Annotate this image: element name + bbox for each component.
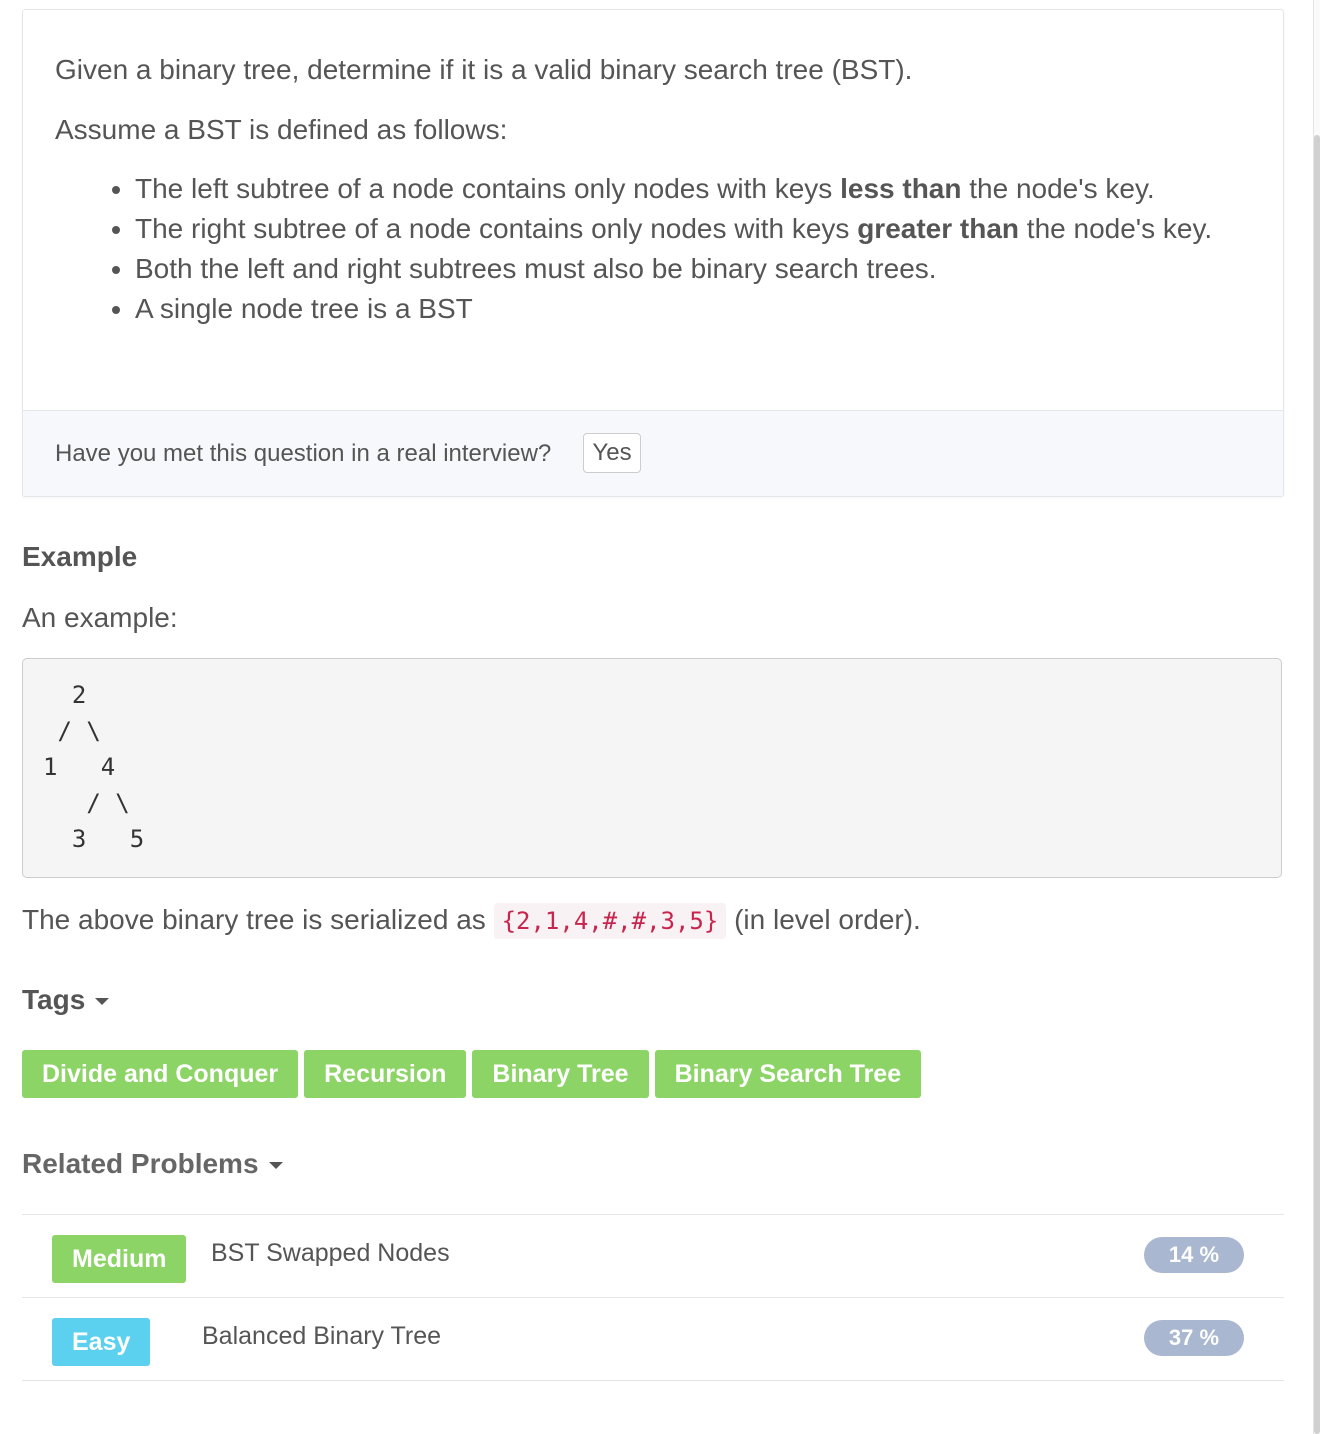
caret-down-icon (95, 998, 110, 1006)
bst-rules-list: The left subtree of a node contains only… (101, 169, 1255, 329)
related-problems-heading[interactable]: Related Problems (22, 1147, 283, 1181)
bst-definition-lead: Assume a BST is defined as follows: (55, 114, 508, 145)
problem-intro: Given a binary tree, determine if it is … (55, 54, 913, 85)
emphasis: greater than (857, 213, 1020, 244)
related-problem-row[interactable]: Medium BST Swapped Nodes 14 % (22, 1215, 1284, 1298)
difficulty-badge-easy: Easy (52, 1318, 151, 1366)
tag-binary-tree[interactable]: Binary Tree (472, 1050, 649, 1098)
example-tree-code: 2 / \ 1 4 / \ 3 5 (22, 658, 1282, 878)
interview-question: Have you met this question in a real int… (55, 440, 552, 467)
rule-item: The right subtree of a node contains onl… (135, 209, 1255, 249)
related-problem-link[interactable]: BST Swapped Nodes (211, 1237, 450, 1269)
yes-button[interactable]: Yes (583, 433, 641, 473)
example-intro: An example: (22, 602, 178, 633)
rule-item: The left subtree of a node contains only… (135, 169, 1255, 209)
acceptance-rate-pill: 37 % (1144, 1320, 1244, 1356)
example-heading: Example (22, 541, 138, 572)
rule-item: A single node tree is a BST (135, 289, 1255, 329)
related-problem-link[interactable]: Balanced Binary Tree (202, 1320, 441, 1352)
tag-divide-and-conquer[interactable]: Divide and Conquer (22, 1050, 299, 1098)
tag-binary-search-tree[interactable]: Binary Search Tree (654, 1050, 922, 1098)
acceptance-rate-pill: 14 % (1144, 1237, 1244, 1273)
serialized-tree-code: {2,1,4,#,#,3,5} (493, 903, 727, 939)
tags-heading[interactable]: Tags (22, 983, 110, 1017)
difficulty-badge-medium: Medium (52, 1235, 187, 1283)
related-problems-list: Medium BST Swapped Nodes 14 % Easy Balan… (22, 1214, 1284, 1381)
related-problem-row[interactable]: Easy Balanced Binary Tree 37 % (22, 1298, 1284, 1381)
caret-down-icon (268, 1162, 283, 1170)
rule-item: Both the left and right subtrees must al… (135, 249, 1255, 289)
description-body: Given a binary tree, determine if it is … (23, 10, 1283, 410)
scrollbar-thumb[interactable] (1314, 135, 1320, 1434)
tags-list: Divide and Conquer Recursion Binary Tree… (22, 1050, 922, 1098)
interview-footer: Have you met this question in a real int… (23, 410, 1283, 496)
emphasis: less than (840, 173, 962, 204)
serialization-note: The above binary tree is serialized as {… (22, 900, 921, 941)
tag-recursion[interactable]: Recursion (304, 1050, 467, 1098)
problem-description-card: Given a binary tree, determine if it is … (22, 9, 1284, 497)
